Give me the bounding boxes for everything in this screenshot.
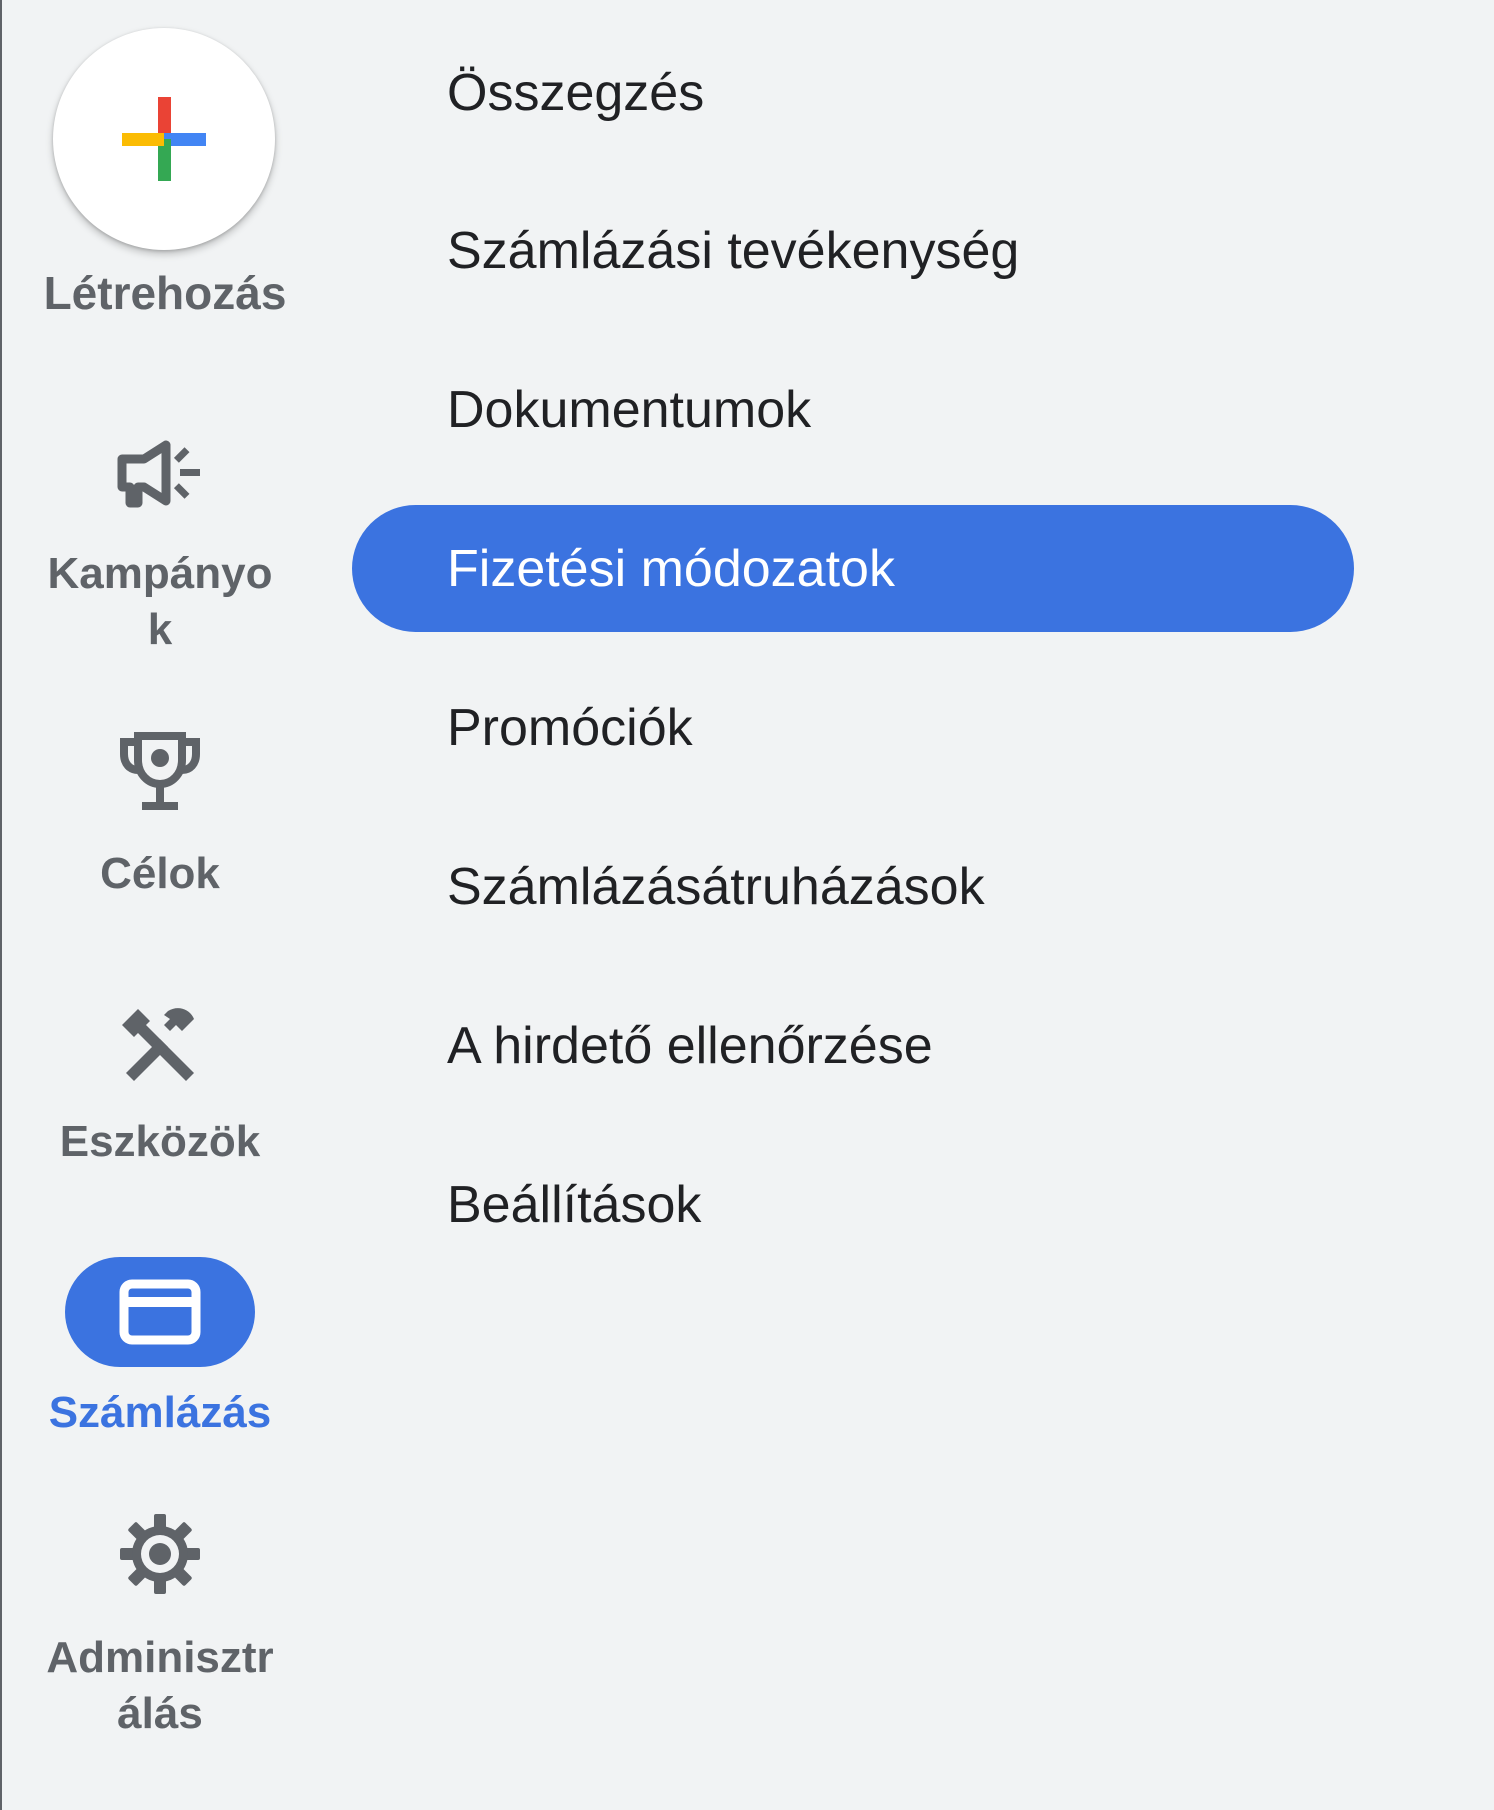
menu-item-promotions[interactable]: Promóciók [447,693,693,763]
menu-item-payment-methods[interactable]: Fizetési módozatok [447,534,895,604]
tools-icon [122,1008,194,1081]
billing-active-indicator [65,1257,255,1367]
gear-icon [120,1514,200,1594]
menu-item-summary[interactable]: Összegzés [447,58,704,128]
menu-item-billing-transfers[interactable]: Számlázásátruházások [447,852,985,922]
credit-card-icon [119,1279,201,1345]
rail-label-campaigns-2: k [147,605,173,654]
rail-label-campaigns-1: Kampányo [47,549,273,598]
rail-label-billing: Számlázás [48,1388,272,1437]
menu-item-billing-activity[interactable]: Számlázási tevékenység [447,216,1019,286]
plus-icon [122,97,206,181]
create-label: Létrehozás [43,267,287,319]
trophy-icon [120,732,200,810]
megaphone-icon [117,440,200,508]
rail-label-admin-1: Adminisztr [46,1633,274,1682]
rail-label-admin-2: álás [117,1689,203,1738]
menu-item-advertiser-verification[interactable]: A hirdető ellenőrzése [447,1011,933,1081]
create-button[interactable] [53,28,275,250]
menu-item-settings[interactable]: Beállítások [447,1170,701,1240]
menu-item-documents[interactable]: Dokumentumok [447,375,811,445]
rail-label-goals: Célok [100,849,220,898]
rail-label-tools: Eszközök [59,1117,261,1166]
